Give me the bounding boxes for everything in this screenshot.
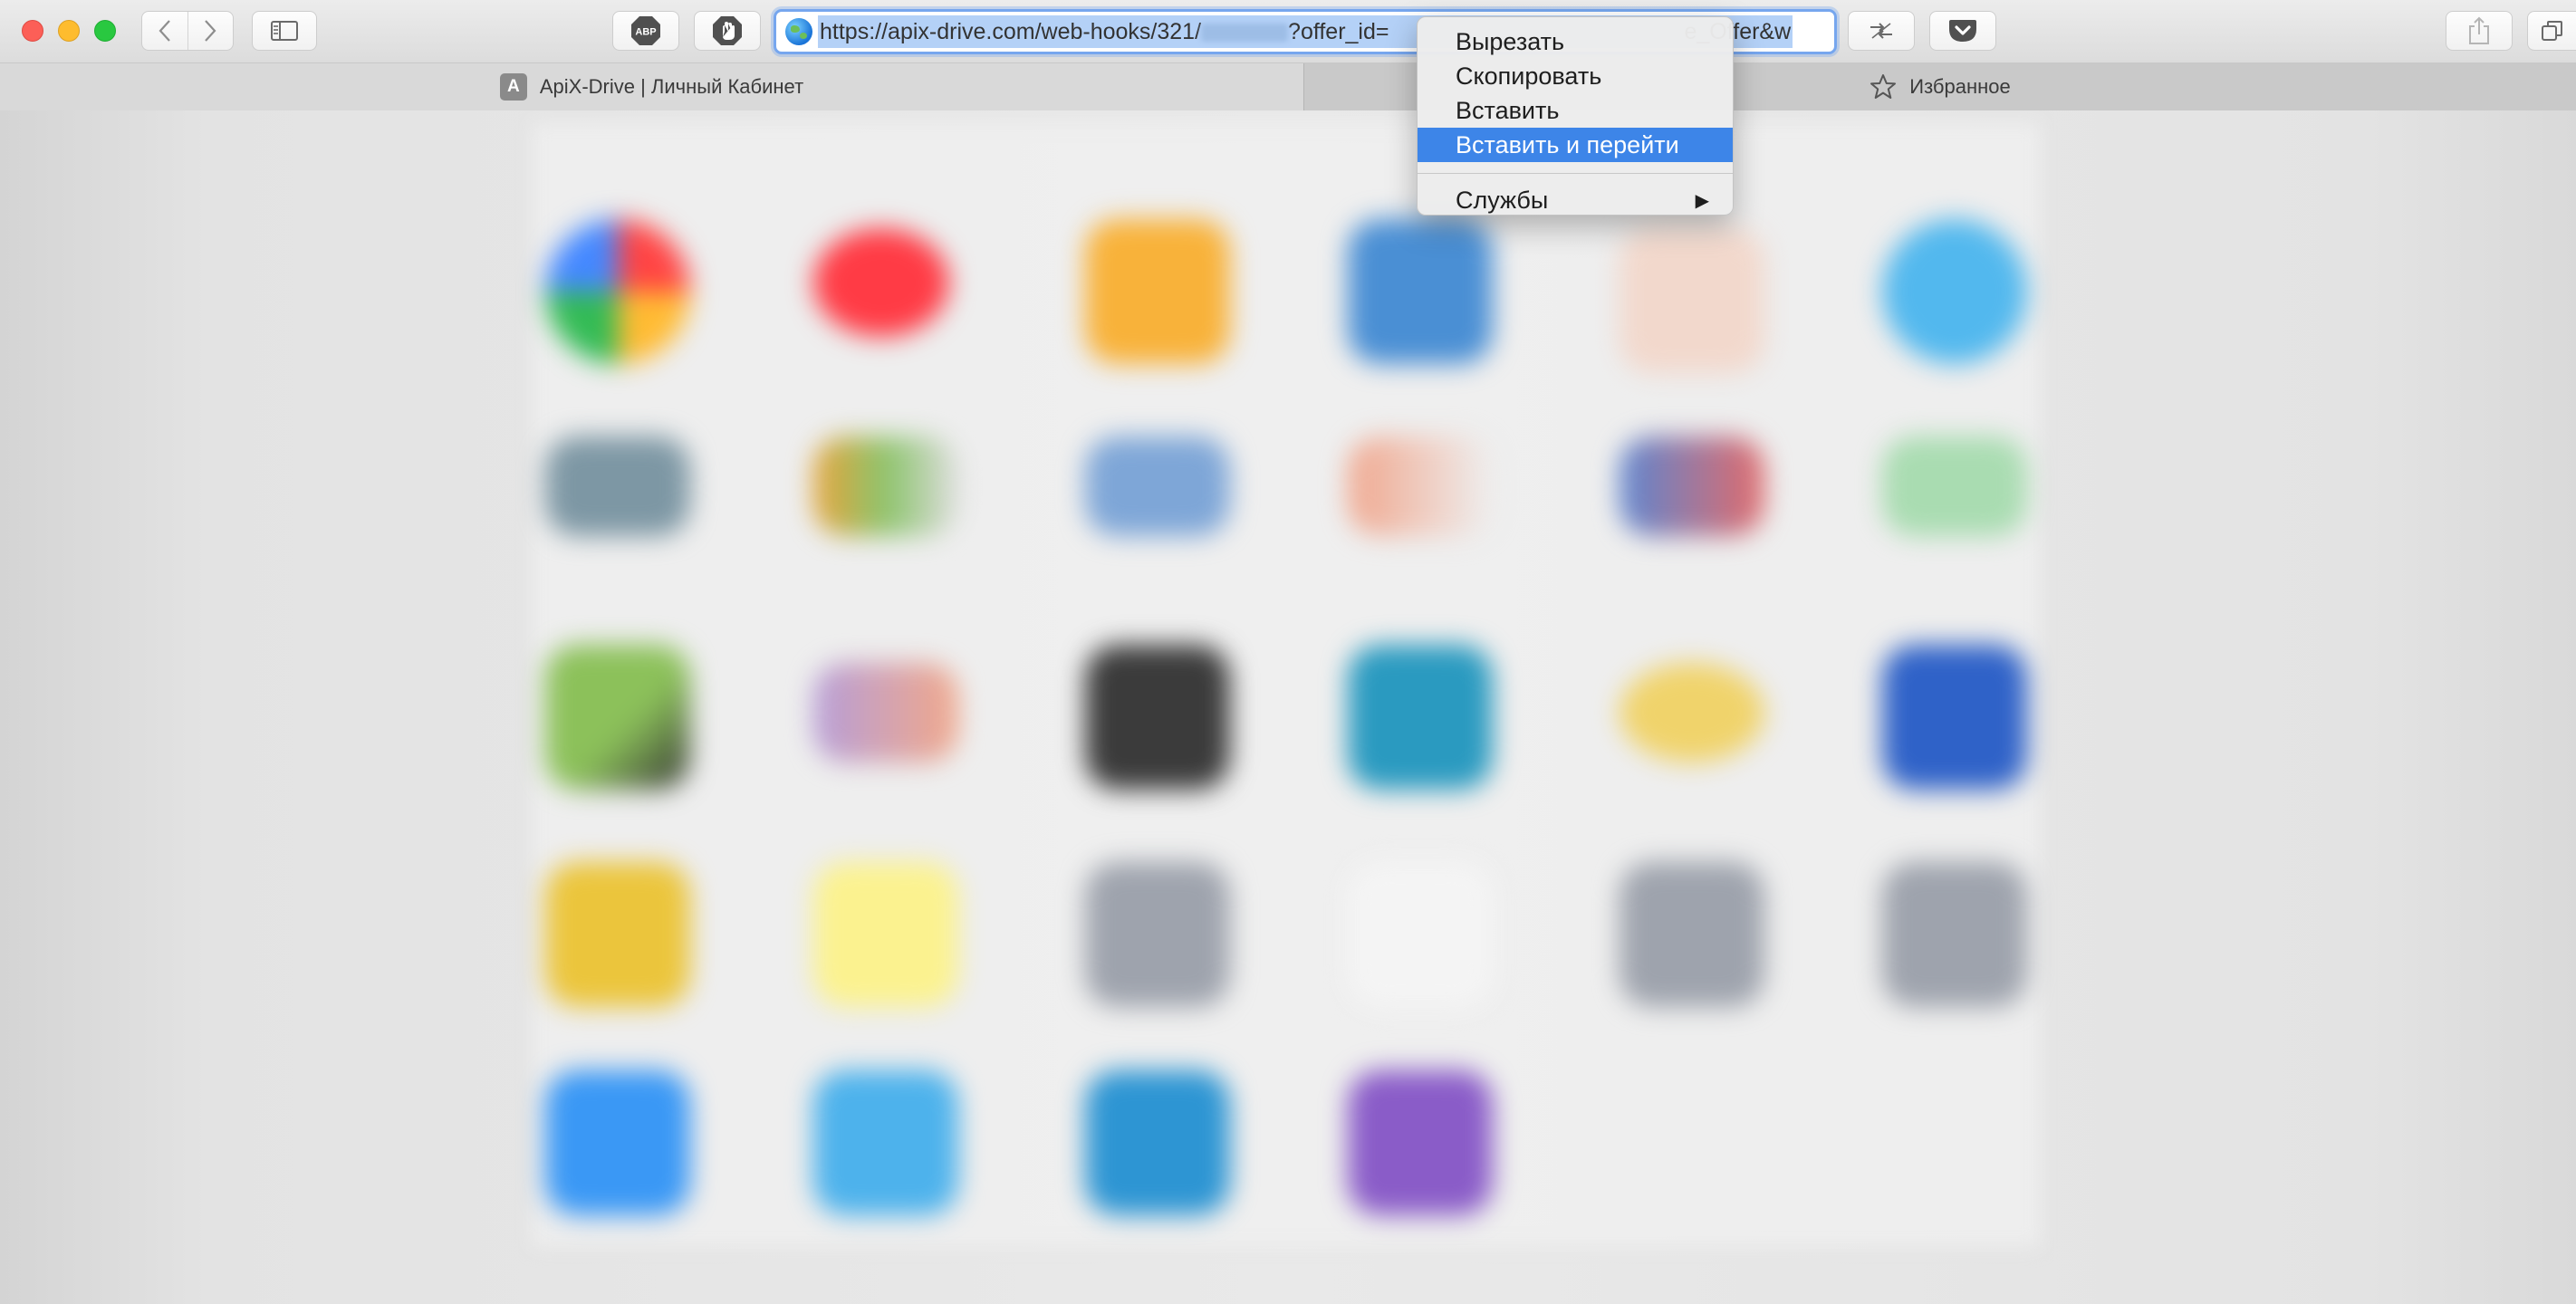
tabs-overview-button[interactable] (2527, 11, 2576, 51)
menu-item-copy[interactable]: Скопировать (1418, 59, 1733, 93)
app-icon-grid (533, 174, 2040, 1288)
app-tile (1348, 862, 1493, 1007)
app-tile (1085, 645, 1230, 790)
app-tile (1882, 645, 2027, 790)
tab-apix-drive[interactable]: A ApiX-Drive | Личный Кабинет (0, 63, 1304, 110)
app-tile (813, 663, 958, 762)
app-tile (1348, 219, 1493, 364)
adblock-label: ABP (635, 27, 656, 38)
app-tile (1085, 436, 1230, 536)
app-tile (545, 862, 690, 1007)
window-close-button[interactable] (22, 20, 43, 42)
chevron-right-icon (205, 20, 216, 42)
app-tile (1085, 862, 1230, 1007)
context-menu: Вырезать Скопировать Вставить Вставить и… (1417, 16, 1734, 216)
menu-item-cut[interactable]: Вырезать (1418, 24, 1733, 59)
app-tile (1348, 436, 1493, 536)
menu-item-paste-and-go[interactable]: Вставить и перейти (1418, 128, 1733, 162)
translate-extension-button[interactable] (1848, 11, 1915, 51)
window-zoom-button[interactable] (94, 20, 116, 42)
window-minimize-button[interactable] (58, 20, 80, 42)
forward-button[interactable] (188, 12, 234, 50)
star-icon (1870, 74, 1897, 99)
app-tile (813, 228, 949, 337)
app-tile (1620, 228, 1764, 373)
menu-item-label: Вырезать (1456, 27, 1565, 55)
link-arrows-icon (1870, 23, 1892, 39)
url-part-start: https://apix-drive.com/web-hooks/321/ (820, 19, 1202, 44)
page-content-blurred (0, 110, 2576, 1304)
url-redacted-segment (1201, 24, 1289, 43)
chevron-left-icon (159, 20, 170, 42)
globe-icon (785, 18, 812, 45)
app-tile (1620, 436, 1764, 536)
nav-buttons (141, 11, 234, 51)
url-part-mid: ?offer_id= (1288, 19, 1389, 44)
sidebar-toggle-button[interactable] (252, 11, 317, 51)
app-tile (813, 862, 958, 1007)
app-tile (1882, 436, 2027, 536)
browser-toolbar: ABP https://apix-drive.com/web-hooks/321… (0, 0, 2576, 63)
tab-title: ApiX-Drive | Личный Кабинет (539, 75, 804, 98)
pocket-button[interactable] (1929, 11, 1996, 51)
app-tile (545, 219, 690, 364)
sidebar-icon (271, 21, 298, 41)
adblock-icon: ABP (631, 16, 660, 45)
app-tile (545, 1070, 690, 1215)
app-tile (1085, 219, 1230, 364)
share-button[interactable] (2446, 11, 2513, 51)
tab-title: Избранное (1909, 75, 2011, 98)
pocket-icon (1949, 20, 1976, 42)
menu-separator (1418, 173, 1733, 174)
app-tile (545, 436, 690, 536)
app-tile (545, 645, 690, 790)
menu-item-label: Скопировать (1456, 62, 1602, 90)
app-tile (1085, 1070, 1230, 1215)
app-tile (1620, 663, 1764, 762)
app-tile (813, 1070, 958, 1215)
menu-item-paste[interactable]: Вставить (1418, 93, 1733, 128)
share-icon (2469, 16, 2489, 44)
stop-extension-button[interactable] (694, 11, 761, 51)
adblock-extension-button[interactable]: ABP (612, 11, 679, 51)
app-tile (813, 436, 958, 536)
app-tile (1882, 862, 2027, 1007)
back-button[interactable] (142, 12, 188, 50)
tabs-icon (2541, 21, 2562, 41)
app-tile (1348, 645, 1493, 790)
app-tile (1348, 1070, 1493, 1215)
app-tile (1620, 862, 1764, 1007)
menu-item-label: Вставить и перейти (1456, 130, 1679, 158)
menu-item-services[interactable]: Службы ▶ (1418, 183, 1733, 215)
submenu-arrow-icon: ▶ (1695, 190, 1709, 211)
menu-item-label: Службы (1456, 186, 1549, 214)
hand-stop-icon (713, 16, 742, 45)
app-tile (1882, 219, 2027, 364)
tab-favicon: A (499, 73, 527, 101)
tab-bar: A ApiX-Drive | Личный Кабинет Избранное (0, 63, 2576, 110)
menu-item-label: Вставить (1456, 96, 1560, 124)
